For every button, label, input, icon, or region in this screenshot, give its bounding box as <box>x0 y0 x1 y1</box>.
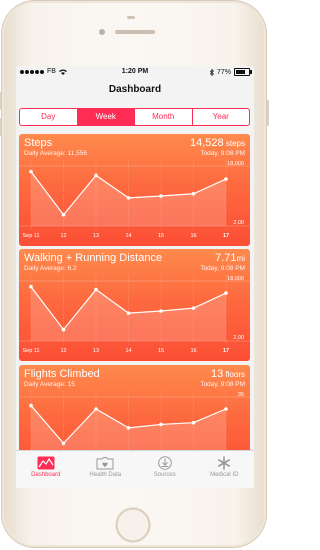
tab-label: Health Data <box>89 472 122 478</box>
x-tick-label: Sep 11 <box>22 348 39 354</box>
card-daily-average: Daily Average: 11,556 <box>24 150 87 157</box>
data-point-4 <box>159 194 163 198</box>
tab-label: Dashboard <box>31 472 61 478</box>
data-point-2 <box>94 287 98 292</box>
x-tick-label: 17 <box>223 233 229 239</box>
data-point-3 <box>126 196 131 200</box>
sources-icon <box>157 456 172 470</box>
data-point-6 <box>224 291 228 295</box>
x-tick-label: 12 <box>60 233 66 239</box>
data-point-5 <box>191 306 196 310</box>
x-tick-label: Sep 11 <box>22 233 39 239</box>
x-tick-label: 15 <box>158 233 164 239</box>
steps-chart: 18,000 2,00 Sep 11 12 13 14 15 16 17 <box>19 160 250 239</box>
x-tick-label: 14 <box>125 348 131 354</box>
phone-frame: FB 1:20 PM 77% Dashboard Day Week Month … <box>0 0 269 548</box>
segment-year[interactable]: Year <box>193 109 250 125</box>
data-point-2 <box>94 407 98 411</box>
tab-dashboard[interactable]: Dashboard <box>16 451 76 488</box>
data-point-1 <box>61 441 66 446</box>
battery-percent: 77% <box>216 68 231 76</box>
card-title: Steps <box>24 137 53 149</box>
health-data-icon <box>96 457 114 470</box>
tab-health-data[interactable]: Health Data <box>76 451 136 488</box>
card-value-unit: floors <box>223 370 245 379</box>
card-timestamp: Today, 9:08 PM <box>200 150 245 157</box>
data-point-5 <box>191 191 196 196</box>
segment-month[interactable]: Month <box>135 109 193 125</box>
medical-id-icon <box>218 456 231 470</box>
x-tick-label: 13 <box>93 348 99 354</box>
page-title: Dashboard <box>108 84 162 95</box>
data-point-4 <box>159 422 163 427</box>
earpiece-speaker <box>115 30 155 34</box>
card-value-number: 13 <box>210 368 224 380</box>
x-tick-label: 16 <box>190 348 196 354</box>
data-point-0 <box>29 284 33 289</box>
x-tick-label: 12 <box>60 348 66 354</box>
volume-up-button <box>0 92 1 110</box>
card-value-unit: steps <box>223 139 245 148</box>
card-value-number: 14,528 <box>190 137 224 149</box>
segment-day[interactable]: Day <box>20 109 78 125</box>
data-point-4 <box>159 309 163 313</box>
tab-sources[interactable]: Sources <box>135 451 195 488</box>
x-tick-label: 16 <box>190 233 196 239</box>
card-value: 7.71mi <box>215 252 245 264</box>
status-bar: FB 1:20 PM 77% <box>16 66 254 80</box>
card-value: 14,528 steps <box>190 137 245 149</box>
y-axis-max-label: 35 <box>238 392 244 398</box>
data-point-0 <box>29 403 33 408</box>
screen: FB 1:20 PM 77% Dashboard Day Week Month … <box>16 66 254 488</box>
tab-medical-id[interactable]: Medical ID <box>195 451 255 488</box>
battery-icon <box>234 68 252 76</box>
card-title: Walking + Running Distance <box>24 252 163 264</box>
steps-card[interactable]: Steps Daily Average: 11,556 14,528 steps… <box>19 134 250 246</box>
y-axis-max-label: 18,000 <box>227 276 244 282</box>
proximity-sensor <box>127 16 135 19</box>
data-point-0 <box>29 169 33 174</box>
x-tick-label: 13 <box>93 233 99 239</box>
data-point-3 <box>126 311 131 315</box>
x-tick-label: 15 <box>158 348 164 354</box>
x-tick-label: 14 <box>125 233 131 239</box>
y-axis-max-label: 18,000 <box>227 161 244 167</box>
x-tick-label: 17 <box>223 348 229 354</box>
data-point-6 <box>224 177 228 181</box>
tab-label: Medical ID <box>210 472 239 478</box>
card-daily-average: Daily Average: 6.2 <box>24 265 77 272</box>
home-button[interactable] <box>116 508 150 542</box>
dashboard-icon <box>37 456 55 470</box>
y-axis-min-label: 2,00 <box>233 335 244 341</box>
data-point-5 <box>191 420 196 425</box>
card-value-unit: mi <box>236 254 245 263</box>
power-button <box>267 100 269 126</box>
distance-card[interactable]: Walking + Running Distance Daily Average… <box>19 249 250 361</box>
bluetooth-icon <box>209 68 214 76</box>
data-point-1 <box>61 327 66 332</box>
volume-down-button <box>0 118 1 136</box>
data-point-1 <box>61 212 66 217</box>
distance-chart: 18,000 2,00 Sep 11 12 13 14 15 16 17 <box>19 275 250 354</box>
data-point-3 <box>126 426 131 430</box>
card-timestamp: Today, 9:08 PM <box>200 381 245 388</box>
card-timestamp: Today, 9:08 PM <box>200 265 245 272</box>
card-title: Flights Climbed <box>24 368 100 380</box>
card-value-number: 7.71 <box>215 252 237 264</box>
y-axis-min-label: 2,00 <box>233 220 244 226</box>
card-value: 13 floors <box>211 368 245 380</box>
period-segmented-control: Day Week Month Year <box>19 108 250 126</box>
card-daily-average: Daily Average: 15 <box>24 381 75 388</box>
data-point-6 <box>224 407 228 411</box>
segment-week[interactable]: Week <box>77 109 135 125</box>
tab-bar: Dashboard Health Data Sources Medical ID <box>16 450 254 488</box>
data-point-2 <box>94 173 98 178</box>
front-camera <box>99 29 105 35</box>
tab-label: Sources <box>153 472 176 478</box>
